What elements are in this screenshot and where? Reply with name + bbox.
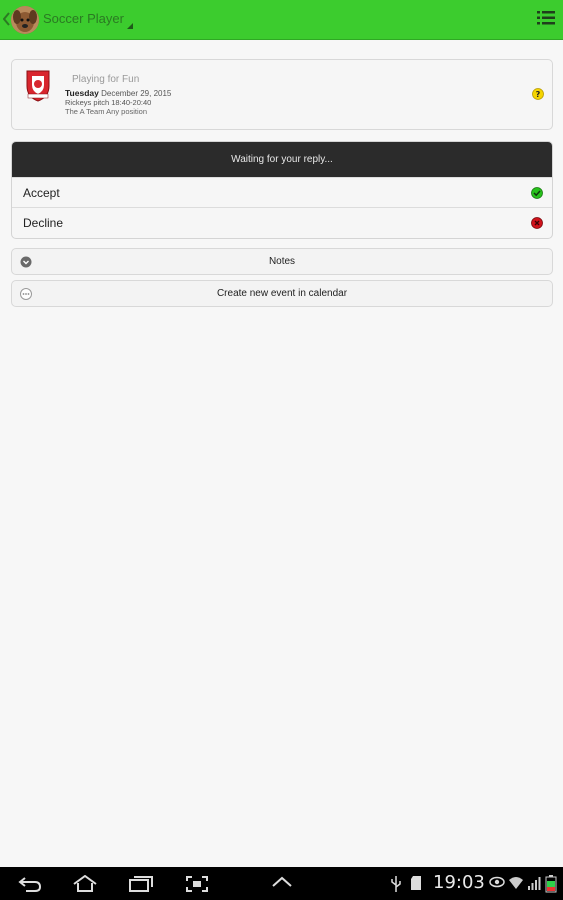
battery-icon	[545, 875, 557, 893]
back-chevron-icon[interactable]	[3, 12, 11, 26]
notes-label: Notes	[268, 256, 296, 267]
recent-apps-icon[interactable]	[128, 875, 154, 893]
event-category: Playing for Fun	[72, 74, 140, 85]
decline-label: Decline	[23, 216, 64, 230]
event-team-position: The A Team Any position	[65, 107, 147, 116]
avatar[interactable]	[11, 6, 39, 34]
system-nav-bar: 19:03	[0, 867, 563, 900]
chevron-up-icon[interactable]	[271, 875, 293, 889]
reply-panel: Waiting for your reply... Accept Decline	[11, 141, 553, 239]
more-circle-icon	[20, 288, 32, 300]
accept-option[interactable]: Accept	[12, 177, 552, 207]
app-bar: Soccer Player	[0, 0, 563, 40]
reply-header: Waiting for your reply...	[12, 142, 552, 177]
app-title[interactable]: Soccer Player	[43, 11, 124, 26]
event-location-time: Rickeys pitch 18:40-20:40	[65, 98, 152, 107]
status-clock: 19:03	[433, 872, 485, 893]
screenshot-icon[interactable]	[185, 875, 209, 893]
sd-card-icon	[411, 876, 421, 890]
decline-option[interactable]: Decline	[12, 207, 552, 237]
accept-label: Accept	[23, 186, 60, 200]
event-date-line: Tuesday December 29, 2015	[65, 88, 171, 98]
svg-text:?: ?	[536, 90, 541, 99]
menu-list-icon[interactable]	[537, 9, 555, 27]
wifi-icon	[509, 877, 523, 889]
check-circle-icon	[531, 187, 543, 199]
cross-circle-icon	[531, 217, 543, 229]
event-date: December 29, 2015	[101, 89, 172, 98]
back-icon[interactable]	[18, 875, 42, 893]
main-content: Playing for Fun Tuesday December 29, 201…	[0, 41, 563, 867]
chevron-down-circle-icon	[20, 256, 32, 268]
team-crest-icon	[26, 70, 50, 102]
dog-avatar-icon	[11, 6, 39, 34]
eye-icon	[489, 876, 505, 888]
usb-icon	[391, 876, 401, 892]
event-card[interactable]: Playing for Fun Tuesday December 29, 201…	[11, 59, 553, 130]
calendar-label: Create new event in calendar	[216, 288, 348, 299]
notes-button[interactable]: Notes	[11, 248, 553, 275]
dropdown-caret-icon[interactable]	[127, 23, 133, 29]
event-day: Tuesday	[65, 88, 99, 98]
create-calendar-event-button[interactable]: Create new event in calendar	[11, 280, 553, 307]
home-icon[interactable]	[72, 875, 98, 893]
signal-icon	[528, 877, 541, 890]
question-icon: ?	[532, 88, 544, 100]
